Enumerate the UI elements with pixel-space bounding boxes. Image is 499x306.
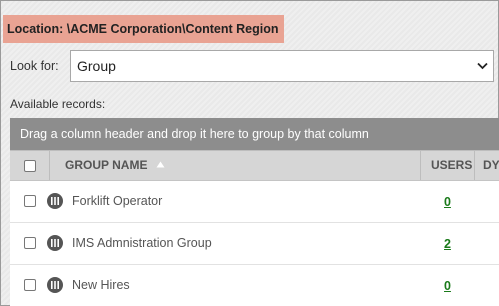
group-name-cell: New Hires	[72, 278, 130, 292]
table-row[interactable]: Forklift Operator 0	[10, 181, 499, 223]
group-name-cell: Forklift Operator	[72, 194, 163, 208]
records-grid: Drag a column header and drop it here to…	[10, 118, 499, 306]
select-all-checkbox[interactable]	[24, 160, 36, 172]
look-for-label: Look for:	[10, 59, 59, 73]
table-row[interactable]: New Hires 0	[10, 265, 499, 306]
group-icon	[47, 277, 63, 293]
row-checkbox[interactable]	[24, 279, 36, 291]
look-for-select[interactable]: Group	[70, 50, 494, 82]
sort-ascending-icon	[156, 161, 165, 168]
group-name-cell: IMS Admnistration Group	[72, 236, 212, 250]
look-for-value: Group	[77, 58, 116, 74]
header-divider	[49, 151, 50, 180]
group-icon	[47, 193, 63, 209]
row-checkbox[interactable]	[24, 195, 36, 207]
users-count-link[interactable]: 0	[444, 181, 451, 224]
users-count-link[interactable]: 0	[444, 265, 451, 306]
header-divider	[420, 151, 421, 180]
available-records-label: Available records:	[10, 97, 106, 111]
users-count-link[interactable]: 2	[444, 223, 451, 266]
row-checkbox[interactable]	[24, 237, 36, 249]
header-partial-column[interactable]: DY	[483, 151, 499, 180]
group-icon	[47, 235, 63, 251]
table-row[interactable]: IMS Admnistration Group 2	[10, 223, 499, 265]
header-group-name[interactable]: GROUP NAME	[65, 151, 165, 180]
chevron-down-icon	[477, 62, 488, 70]
grid-header-row: GROUP NAME USERS DY	[10, 150, 499, 181]
header-group-name-label: GROUP NAME	[65, 158, 148, 172]
header-divider	[474, 151, 475, 180]
group-drop-area[interactable]: Drag a column header and drop it here to…	[10, 118, 499, 150]
location-breadcrumb: Location: \ACME Corporation\Content Regi…	[3, 15, 284, 43]
header-users[interactable]: USERS	[431, 151, 472, 180]
